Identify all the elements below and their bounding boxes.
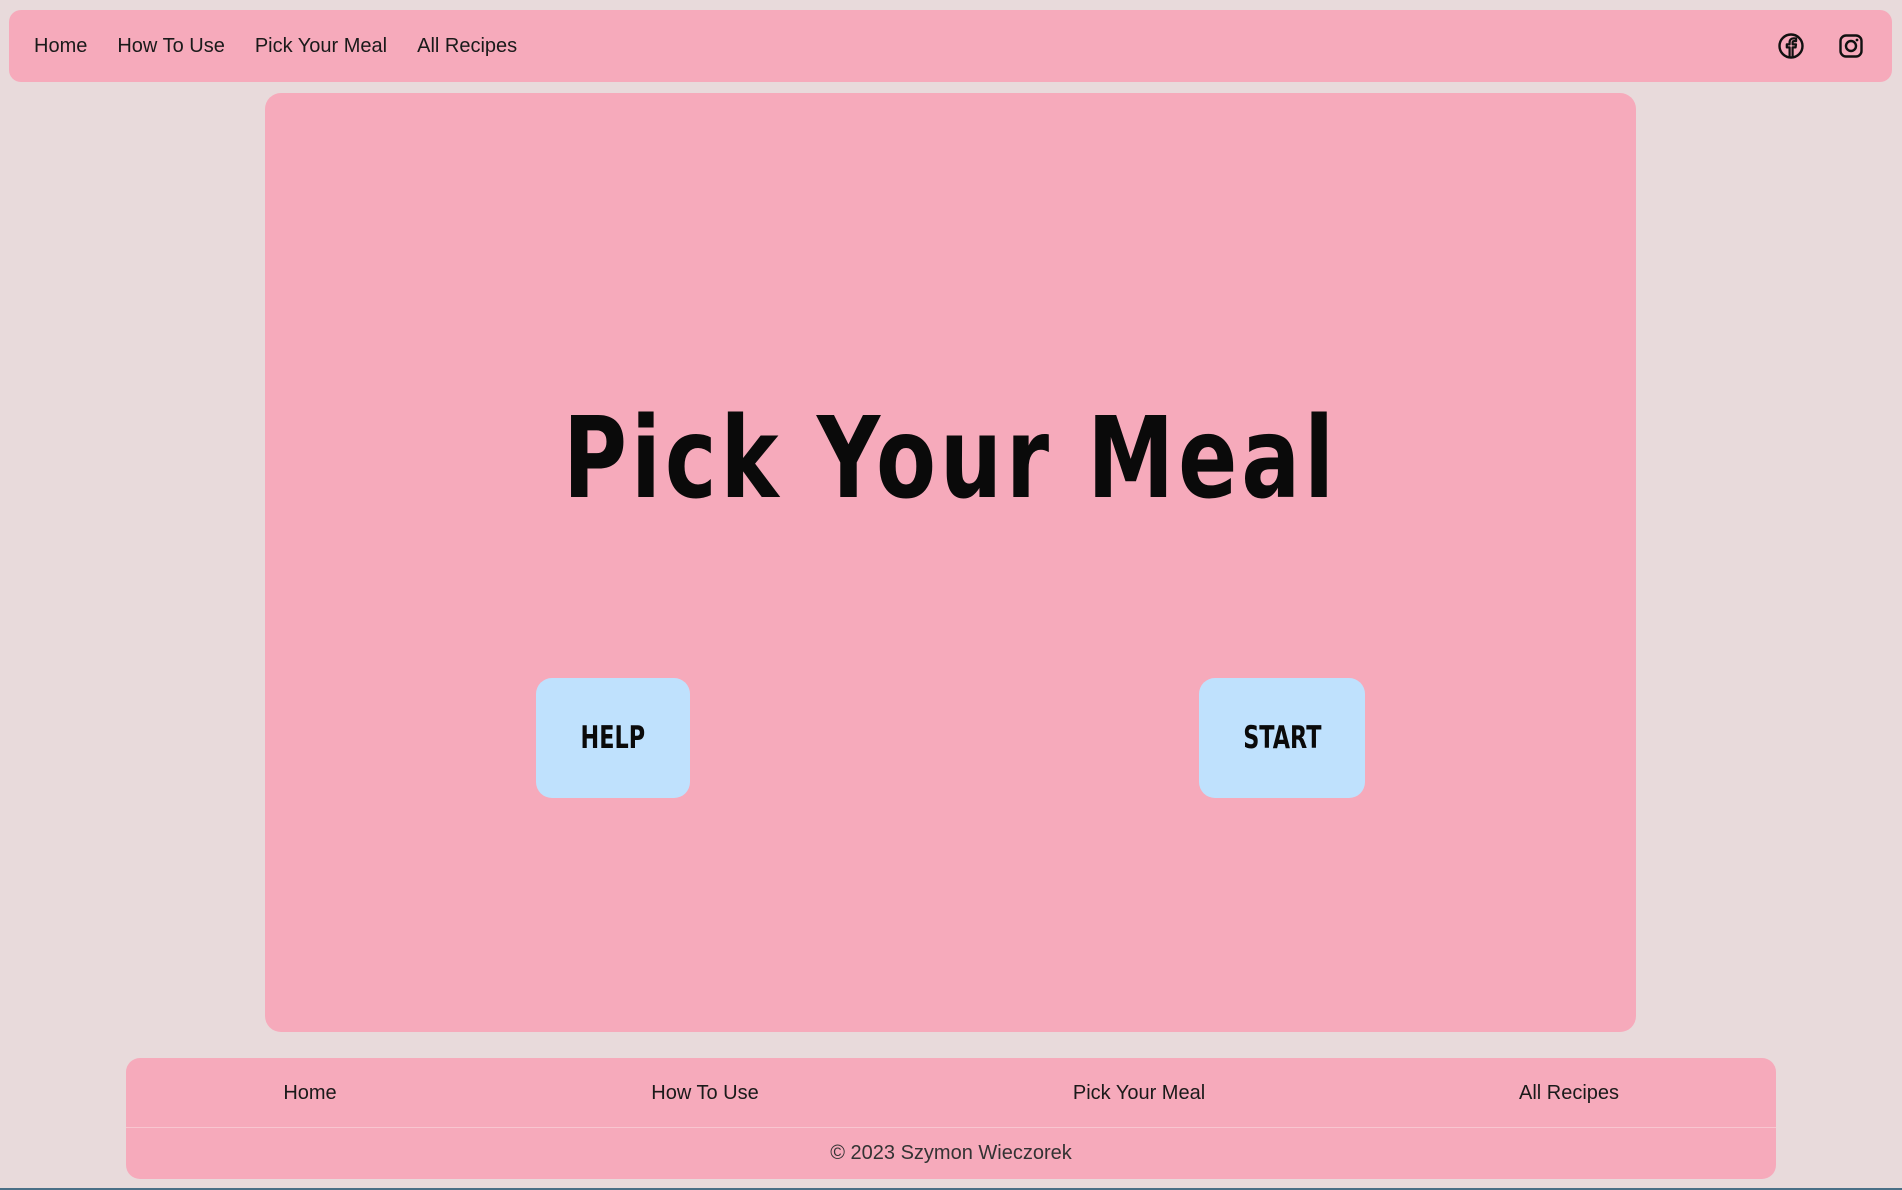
top-navbar: Home How To Use Pick Your Meal All Recip…: [9, 10, 1892, 82]
footer-copyright: © 2023 Szymon Wieczorek: [830, 1142, 1072, 1164]
footer: Home How To Use Pick Your Meal All Recip…: [126, 1058, 1776, 1179]
footer-link-home[interactable]: Home: [283, 1082, 336, 1105]
footer-link-how-to-use[interactable]: How To Use: [651, 1082, 758, 1105]
hero-title: Pick Your Meal: [563, 394, 1338, 524]
instagram-icon[interactable]: [1836, 31, 1866, 61]
facebook-icon[interactable]: [1776, 31, 1806, 61]
page: Home How To Use Pick Your Meal All Recip…: [0, 0, 1902, 1190]
nav-link-home[interactable]: Home: [34, 35, 87, 58]
nav-link-how-to-use[interactable]: How To Use: [117, 35, 224, 58]
footer-link-pick-your-meal[interactable]: Pick Your Meal: [1073, 1082, 1205, 1105]
top-nav-links: Home How To Use Pick Your Meal All Recip…: [34, 35, 517, 58]
hero-card: Pick Your Meal HELP START: [265, 93, 1636, 1032]
social-links: [1776, 31, 1866, 61]
footer-link-all-recipes[interactable]: All Recipes: [1519, 1082, 1619, 1105]
help-button-label: HELP: [580, 720, 646, 756]
nav-link-pick-your-meal[interactable]: Pick Your Meal: [255, 35, 387, 58]
start-button[interactable]: START: [1199, 678, 1365, 798]
help-button[interactable]: HELP: [536, 678, 690, 798]
nav-link-all-recipes[interactable]: All Recipes: [417, 35, 517, 58]
start-button-label: START: [1242, 720, 1322, 756]
footer-links: Home How To Use Pick Your Meal All Recip…: [126, 1058, 1776, 1128]
